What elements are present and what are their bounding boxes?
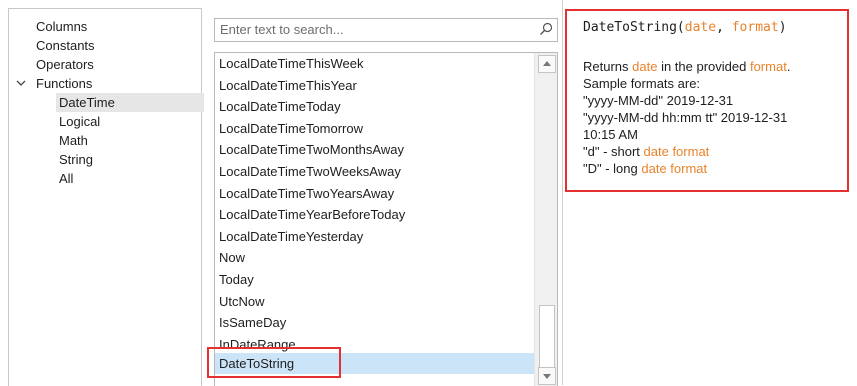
sample-intro: Sample formats are: [583,76,701,91]
function-list[interactable]: LocalDateTimeThisWeek LocalDateTimeThisY… [214,52,558,386]
list-item[interactable]: LocalDateTimeTwoWeeksAway [219,161,401,182]
list-item[interactable]: LocalDateTimeTwoMonthsAway [219,139,404,160]
function-signature: DateToString(date, format) [583,19,787,36]
category-columns[interactable]: Columns [36,17,87,36]
vertical-scrollbar[interactable] [534,53,557,386]
sample-format-2: "yyyy-MM-dd hh:mm tt" 2019-12-31 [583,110,788,125]
returns-param-format: format [749,59,787,74]
chevron-down-icon[interactable] [15,74,27,93]
scroll-up-button[interactable] [538,55,556,73]
list-item[interactable]: LocalDateTimeToday [219,96,341,117]
list-item[interactable]: IsSameDay [219,312,286,333]
list-item[interactable]: LocalDateTimeTomorrow [219,118,363,139]
signature-close: ) [778,20,787,35]
sample-format-1: "yyyy-MM-dd" 2019-12-31 [583,93,734,108]
format-d-short: "d" - short date format [583,143,709,160]
returns-middle: in the provided [657,59,750,74]
list-item[interactable]: LocalDateTimeTwoYearsAway [219,183,394,204]
returns-end: . [786,59,791,74]
format-D-prefix: "D" - long [583,161,642,176]
returns-param-date: date [632,59,658,74]
panel-divider [562,0,563,385]
signature-param-format: format [731,20,779,35]
list-item[interactable]: UtcNow [219,291,265,312]
arrow-down-icon [543,374,551,379]
scrollbar-thumb[interactable] [539,305,555,371]
category-functions[interactable]: Functions [36,74,92,93]
returns-prefix: Returns [583,59,633,74]
category-datetime[interactable]: DateTime [56,93,204,112]
list-item[interactable]: LocalDateTimeYesterday [219,226,363,247]
signature-separator: , [716,20,732,35]
category-tree: Columns Constants Operators Functions Da… [8,8,204,386]
returns-text: Returns date in the provided format. [583,58,790,75]
category-string[interactable]: String [59,150,93,169]
date-format-link[interactable]: date format [644,144,710,159]
category-logical[interactable]: Logical [59,112,100,131]
search-icon[interactable] [539,22,553,36]
format-d-prefix: "d" - short [583,144,644,159]
category-operators[interactable]: Operators [36,55,94,74]
list-item[interactable]: LocalDateTimeThisWeek [219,53,364,74]
function-description: DateToString(date, format) Returns date … [565,9,849,192]
highlight-box-selected-function [207,347,341,378]
list-item[interactable]: LocalDateTimeThisYear [219,75,357,96]
category-math[interactable]: Math [59,131,88,150]
signature-name: DateToString( [583,20,685,35]
list-item[interactable]: Today [219,269,254,290]
sample-format-2-time: 10:15 AM [583,127,638,142]
format-D-long: "D" - long date format [583,160,707,177]
signature-param-date: date [684,20,717,35]
list-item[interactable]: Now [219,247,245,268]
arrow-up-icon [543,61,551,66]
scroll-down-button[interactable] [538,367,556,385]
search-input[interactable]: Enter text to search... [214,18,558,42]
search-placeholder: Enter text to search... [220,22,344,37]
category-all[interactable]: All [59,169,73,188]
category-constants[interactable]: Constants [36,36,95,55]
list-item[interactable]: LocalDateTimeYearBeforeToday [219,204,405,225]
date-format-link[interactable]: date format [641,161,707,176]
